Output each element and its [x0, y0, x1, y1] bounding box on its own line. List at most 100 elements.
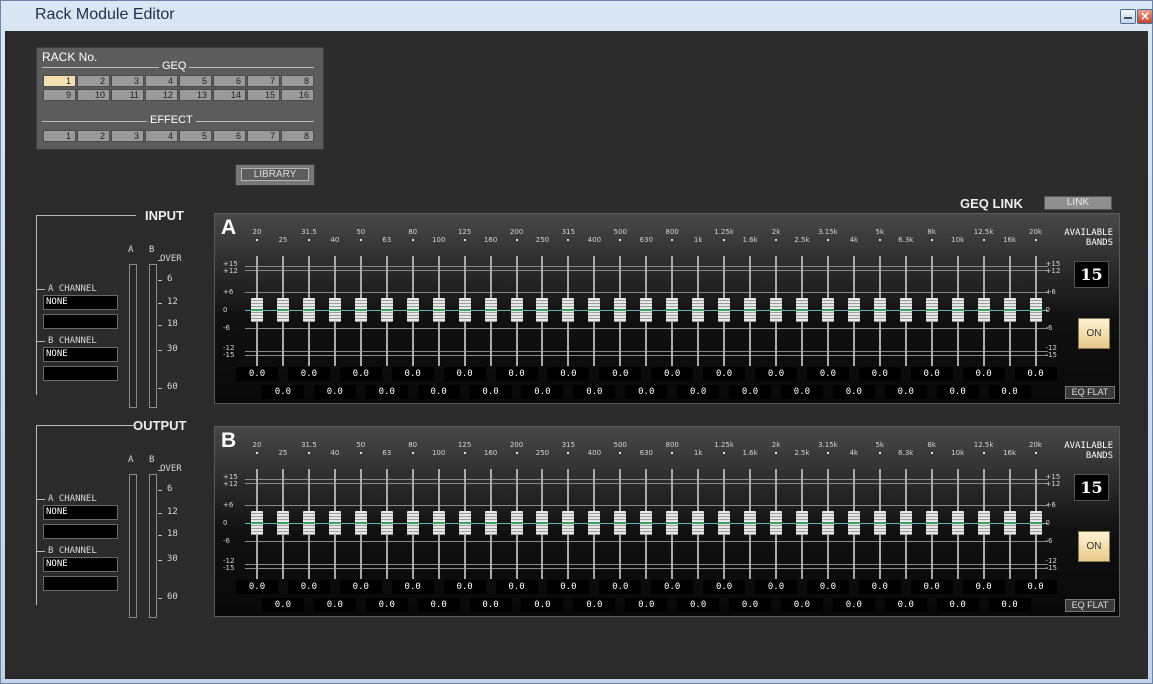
b-channel-extra[interactable]	[43, 576, 118, 591]
fader-knob-40[interactable]	[328, 511, 341, 535]
fader-knob-125[interactable]	[458, 298, 471, 322]
geq-rack-button-9[interactable]: 9	[43, 89, 76, 101]
fader-knob-315[interactable]	[562, 511, 575, 535]
fader-knob-1.25k[interactable]	[718, 511, 731, 535]
effect-rack-button-7[interactable]: 7	[247, 130, 280, 142]
gain-value-8k[interactable]: 0.0	[910, 580, 953, 594]
gain-value-630[interactable]: 0.0	[625, 598, 668, 612]
effect-rack-button-1[interactable]: 1	[43, 130, 76, 142]
gain-value-3.15k[interactable]: 0.0	[806, 580, 849, 594]
gain-value-4k[interactable]: 0.0	[832, 598, 875, 612]
fader-knob-4k[interactable]	[847, 511, 860, 535]
a-channel-extra[interactable]	[43, 314, 118, 329]
fader-knob-12.5k[interactable]	[977, 511, 990, 535]
geq-rack-button-11[interactable]: 11	[111, 89, 144, 101]
fader-knob-20k[interactable]	[1029, 511, 1042, 535]
fader-knob-31.5[interactable]	[302, 298, 315, 322]
geq-rack-button-13[interactable]: 13	[179, 89, 212, 101]
gain-value-400[interactable]: 0.0	[573, 385, 616, 399]
effect-rack-button-5[interactable]: 5	[179, 130, 212, 142]
a-channel-select[interactable]: NONE	[43, 295, 118, 310]
gain-value-2k[interactable]: 0.0	[755, 580, 797, 594]
geq-rack-button-3[interactable]: 3	[111, 75, 144, 87]
gain-value-400[interactable]: 0.0	[573, 598, 616, 612]
gain-value-6.3k[interactable]: 0.0	[884, 598, 927, 612]
fader-knob-250[interactable]	[536, 298, 549, 322]
geq-rack-button-6[interactable]: 6	[213, 75, 246, 87]
fader-knob-1.6k[interactable]	[744, 298, 757, 322]
b-channel-select[interactable]: NONE	[43, 347, 118, 362]
geq-rack-button-12[interactable]: 12	[145, 89, 178, 101]
fader-knob-20[interactable]	[251, 511, 263, 535]
fader-knob-12.5k[interactable]	[977, 298, 990, 322]
effect-rack-button-2[interactable]: 2	[77, 130, 110, 142]
fader-knob-100[interactable]	[432, 298, 445, 322]
fader-knob-500[interactable]	[614, 298, 627, 322]
fader-knob-315[interactable]	[562, 298, 575, 322]
fader-knob-100[interactable]	[432, 511, 445, 535]
gain-value-12.5k[interactable]: 0.0	[962, 367, 1005, 381]
fader-knob-800[interactable]	[666, 511, 679, 535]
fader-knob-2.5k[interactable]	[795, 511, 808, 535]
link-button[interactable]: LINK	[1044, 196, 1112, 210]
gain-value-315[interactable]: 0.0	[547, 367, 590, 381]
gain-value-31.5[interactable]: 0.0	[287, 580, 330, 594]
gain-value-20k[interactable]: 0.0	[1014, 580, 1057, 594]
geq-rack-button-15[interactable]: 15	[247, 89, 280, 101]
a-channel-extra[interactable]	[43, 524, 118, 539]
gain-value-50[interactable]: 0.0	[339, 367, 382, 381]
fader-knob-200[interactable]	[510, 511, 523, 535]
geq-rack-button-14[interactable]: 14	[213, 89, 246, 101]
gain-value-800[interactable]: 0.0	[651, 367, 694, 381]
gain-value-40[interactable]: 0.0	[313, 598, 356, 612]
gain-value-800[interactable]: 0.0	[651, 580, 694, 594]
effect-rack-button-6[interactable]: 6	[213, 130, 246, 142]
geq-rack-button-1[interactable]: 1	[43, 75, 76, 87]
gain-value-200[interactable]: 0.0	[495, 580, 538, 594]
gain-value-1.6k[interactable]: 0.0	[729, 598, 772, 612]
fader-knob-31.5[interactable]	[302, 511, 315, 535]
fader-knob-400[interactable]	[588, 298, 601, 322]
fader-knob-80[interactable]	[406, 298, 419, 322]
gain-value-250[interactable]: 0.0	[521, 385, 564, 399]
geq-rack-button-16[interactable]: 16	[281, 89, 314, 101]
fader-knob-8k[interactable]	[925, 511, 938, 535]
gain-value-10k[interactable]: 0.0	[936, 385, 979, 399]
gain-value-630[interactable]: 0.0	[625, 385, 668, 399]
fader-knob-80[interactable]	[406, 511, 419, 535]
fader-knob-2k[interactable]	[770, 298, 782, 322]
gain-value-25[interactable]: 0.0	[261, 598, 304, 612]
gain-value-1k[interactable]: 0.0	[677, 598, 720, 612]
fader-knob-50[interactable]	[354, 298, 367, 322]
gain-value-500[interactable]: 0.0	[599, 580, 642, 594]
fader-knob-6.3k[interactable]	[899, 511, 912, 535]
gain-value-50[interactable]: 0.0	[339, 580, 382, 594]
fader-knob-160[interactable]	[484, 511, 497, 535]
eq-on-button[interactable]: ON	[1078, 531, 1110, 562]
geq-rack-button-4[interactable]: 4	[145, 75, 178, 87]
fader-knob-10k[interactable]	[951, 511, 964, 535]
gain-value-80[interactable]: 0.0	[391, 580, 434, 594]
minimize-button[interactable]	[1120, 9, 1136, 24]
fader-knob-400[interactable]	[588, 511, 601, 535]
fader-knob-10k[interactable]	[951, 298, 964, 322]
fader-knob-4k[interactable]	[847, 298, 860, 322]
fader-knob-2k[interactable]	[770, 511, 782, 535]
fader-knob-1k[interactable]	[692, 298, 705, 322]
fader-knob-5k[interactable]	[873, 298, 886, 322]
gain-value-63[interactable]: 0.0	[365, 385, 408, 399]
fader-knob-630[interactable]	[640, 298, 653, 322]
gain-value-500[interactable]: 0.0	[599, 367, 642, 381]
fader-knob-200[interactable]	[510, 298, 523, 322]
fader-knob-1.6k[interactable]	[744, 511, 757, 535]
fader-knob-125[interactable]	[458, 511, 471, 535]
gain-value-8k[interactable]: 0.0	[910, 367, 953, 381]
effect-rack-button-4[interactable]: 4	[145, 130, 178, 142]
gain-value-63[interactable]: 0.0	[365, 598, 408, 612]
a-channel-select[interactable]: NONE	[43, 505, 118, 520]
fader-knob-20[interactable]	[251, 298, 263, 322]
fader-knob-16k[interactable]	[1003, 511, 1016, 535]
fader-knob-1.25k[interactable]	[718, 298, 731, 322]
fader-knob-2.5k[interactable]	[795, 298, 808, 322]
fader-knob-25[interactable]	[276, 511, 289, 535]
